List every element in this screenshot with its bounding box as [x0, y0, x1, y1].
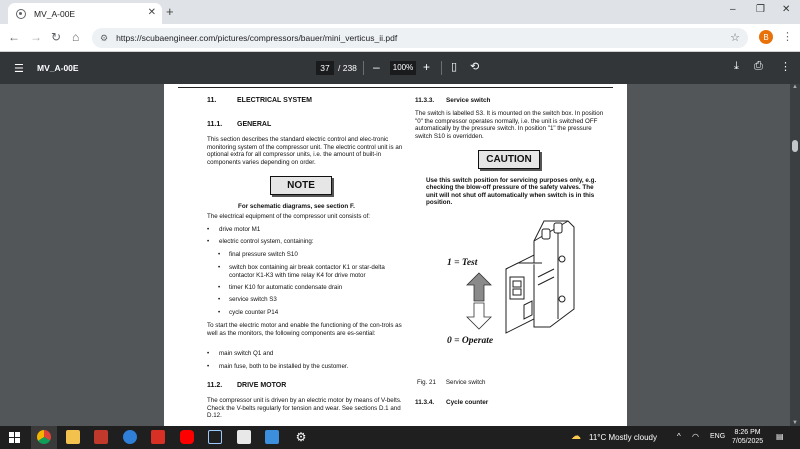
figure-caption: Fig. 21 Service switch	[417, 379, 486, 386]
vertical-scrollbar[interactable]: ▲ ▼	[790, 84, 800, 426]
app-icon[interactable]	[265, 430, 279, 444]
page-total: / 238	[338, 63, 357, 73]
cube-app-icon[interactable]	[208, 430, 222, 444]
bookmark-star-icon[interactable]: ☆	[730, 31, 740, 44]
fit-page-icon[interactable]: ▯	[451, 60, 457, 73]
list-item: • electric control system, containing:	[207, 238, 314, 245]
label-operate: 0 = Operate	[447, 336, 494, 346]
sub-list-item: • final pressure switch S10	[218, 251, 298, 258]
forward-arrow-icon[interactable]: →	[30, 30, 42, 44]
toolbar-divider	[363, 61, 364, 75]
site-info-icon[interactable]: ⚙	[100, 33, 108, 44]
page-top-rule	[178, 87, 613, 88]
globe-icon	[16, 8, 26, 19]
heading-service-switch: 11.3.3. Service switch	[415, 97, 491, 104]
paragraph-equipment: The electrical equipment of the compress…	[207, 213, 371, 220]
more-actions-icon[interactable]: ⋮	[780, 60, 791, 73]
sub-list-item: • cycle counter P14	[218, 309, 279, 316]
home-icon[interactable]: ⌂	[72, 30, 79, 44]
list-item: • drive motor M1	[207, 226, 261, 233]
system-clock[interactable]: 8:26 PM 7/05/2025	[732, 428, 763, 446]
pdf-toolbar: ☰ MV_A-00E 37 / 238 – 100% + ▯ ⟲ ⤓ ⎙ ⋮	[0, 52, 800, 84]
paragraph-start-motor: To start the electric motor and enable t…	[207, 322, 402, 337]
youtube-icon[interactable]	[180, 430, 194, 444]
new-tab-button[interactable]: +	[166, 4, 174, 19]
wifi-icon[interactable]: ◠	[692, 432, 699, 441]
back-arrow-icon[interactable]: ←	[8, 30, 20, 44]
pdf-viewer[interactable]: 11. ELECTRICAL SYSTEM 11.1. GENERAL This s…	[0, 84, 800, 426]
paragraph-general: This section describes the standard elec…	[207, 136, 403, 166]
sub-list-item: • timer K10 for automatic condensate drai…	[218, 284, 343, 291]
list-item: • main fuse, both to be installed by the …	[207, 363, 349, 370]
pdf-file-name: MV_A-00E	[37, 63, 79, 73]
paragraph-drive-motor: The compressor unit is driven by an elec…	[207, 397, 402, 420]
weather-icon[interactable]: ☁	[571, 431, 581, 442]
tab-title: MV_A-00E	[34, 8, 76, 19]
down-arrow-icon	[466, 302, 492, 330]
settings-gear-icon[interactable]: ⚙	[294, 430, 308, 444]
close-window-button[interactable]: ✕	[782, 4, 790, 15]
paragraph-service-switch: The switch is labelled S3. It is mounted…	[415, 110, 604, 140]
address-bar[interactable]: ⚙ https://scubaengineer.com/pictures/com…	[92, 28, 748, 48]
note-label: NOTE	[270, 176, 332, 195]
notes-app-icon[interactable]	[237, 430, 251, 444]
caution-text: Use this switch position for servicing p…	[426, 177, 597, 207]
browser-menu-icon[interactable]: ⋮	[782, 30, 793, 43]
menu-icon[interactable]: ☰	[14, 62, 24, 75]
heading-electrical-system: 11. ELECTRICAL SYSTEM	[207, 97, 312, 104]
address-toolbar: ← → ↻ ⌂ ⚙ https://scubaengineer.com/pict…	[0, 24, 800, 52]
language-indicator[interactable]: ENG	[710, 433, 725, 440]
heading-cycle-counter: 11.3.4. Cycle counter	[415, 399, 489, 406]
app-icon[interactable]	[123, 430, 137, 444]
label-test: 1 = Test	[447, 258, 478, 268]
taskbar: ⚙ ☁ 11°C Mostly cloudy ^ ◠ ENG 8:26 PM 7…	[0, 426, 800, 449]
download-icon[interactable]: ⤓	[734, 60, 739, 73]
sub-list-item: • service switch S3	[218, 296, 277, 303]
heading-drive-motor: 11.2. DRIVE MOTOR	[207, 382, 287, 389]
note-text: For schematic diagrams, see section F.	[238, 203, 355, 210]
pdf-page: 11. ELECTRICAL SYSTEM 11.1. GENERAL This s…	[164, 84, 627, 426]
sub-list-item: • switch box containing air break contact…	[218, 264, 385, 279]
file-explorer-icon[interactable]	[66, 430, 80, 444]
notifications-icon[interactable]: ▤	[776, 432, 784, 441]
reload-icon[interactable]: ↻	[51, 30, 61, 44]
close-tab-icon[interactable]: ✕	[148, 7, 156, 18]
toolbar-divider	[441, 61, 442, 75]
browser-tab[interactable]: MV_A-00E ✕	[8, 3, 162, 24]
page-number-input[interactable]: 37	[316, 61, 334, 75]
tab-strip: MV_A-00E ✕ + – ❐ ✕	[0, 0, 800, 24]
restore-button[interactable]: ❐	[756, 4, 765, 15]
pdf-app-icon[interactable]	[151, 430, 165, 444]
windows-start-icon[interactable]	[9, 432, 20, 443]
scroll-thumb[interactable]	[792, 140, 798, 152]
heading-general: 11.1. GENERAL	[207, 121, 272, 128]
scroll-up-icon[interactable]: ▲	[792, 84, 798, 90]
chrome-icon[interactable]	[37, 430, 51, 444]
zoom-in-button[interactable]: +	[423, 60, 430, 74]
rotate-icon[interactable]: ⟲	[470, 60, 479, 73]
url-text[interactable]: https://scubaengineer.com/pictures/compr…	[116, 33, 397, 43]
print-icon[interactable]: ⎙	[754, 60, 763, 73]
profile-avatar[interactable]: B	[759, 30, 773, 44]
caution-label: CAUTION	[478, 150, 540, 169]
app-icon[interactable]	[94, 430, 108, 444]
weather-text[interactable]: 11°C Mostly cloudy	[589, 433, 657, 442]
service-switch-illustration	[505, 220, 575, 334]
zoom-out-button[interactable]: –	[373, 60, 380, 74]
zoom-level-input[interactable]: 100%	[390, 61, 416, 75]
chevron-up-icon[interactable]: ^	[677, 432, 681, 441]
up-arrow-icon	[466, 272, 492, 302]
minimize-button[interactable]: –	[730, 4, 736, 15]
list-item: • main switch Q1 and	[207, 350, 274, 357]
